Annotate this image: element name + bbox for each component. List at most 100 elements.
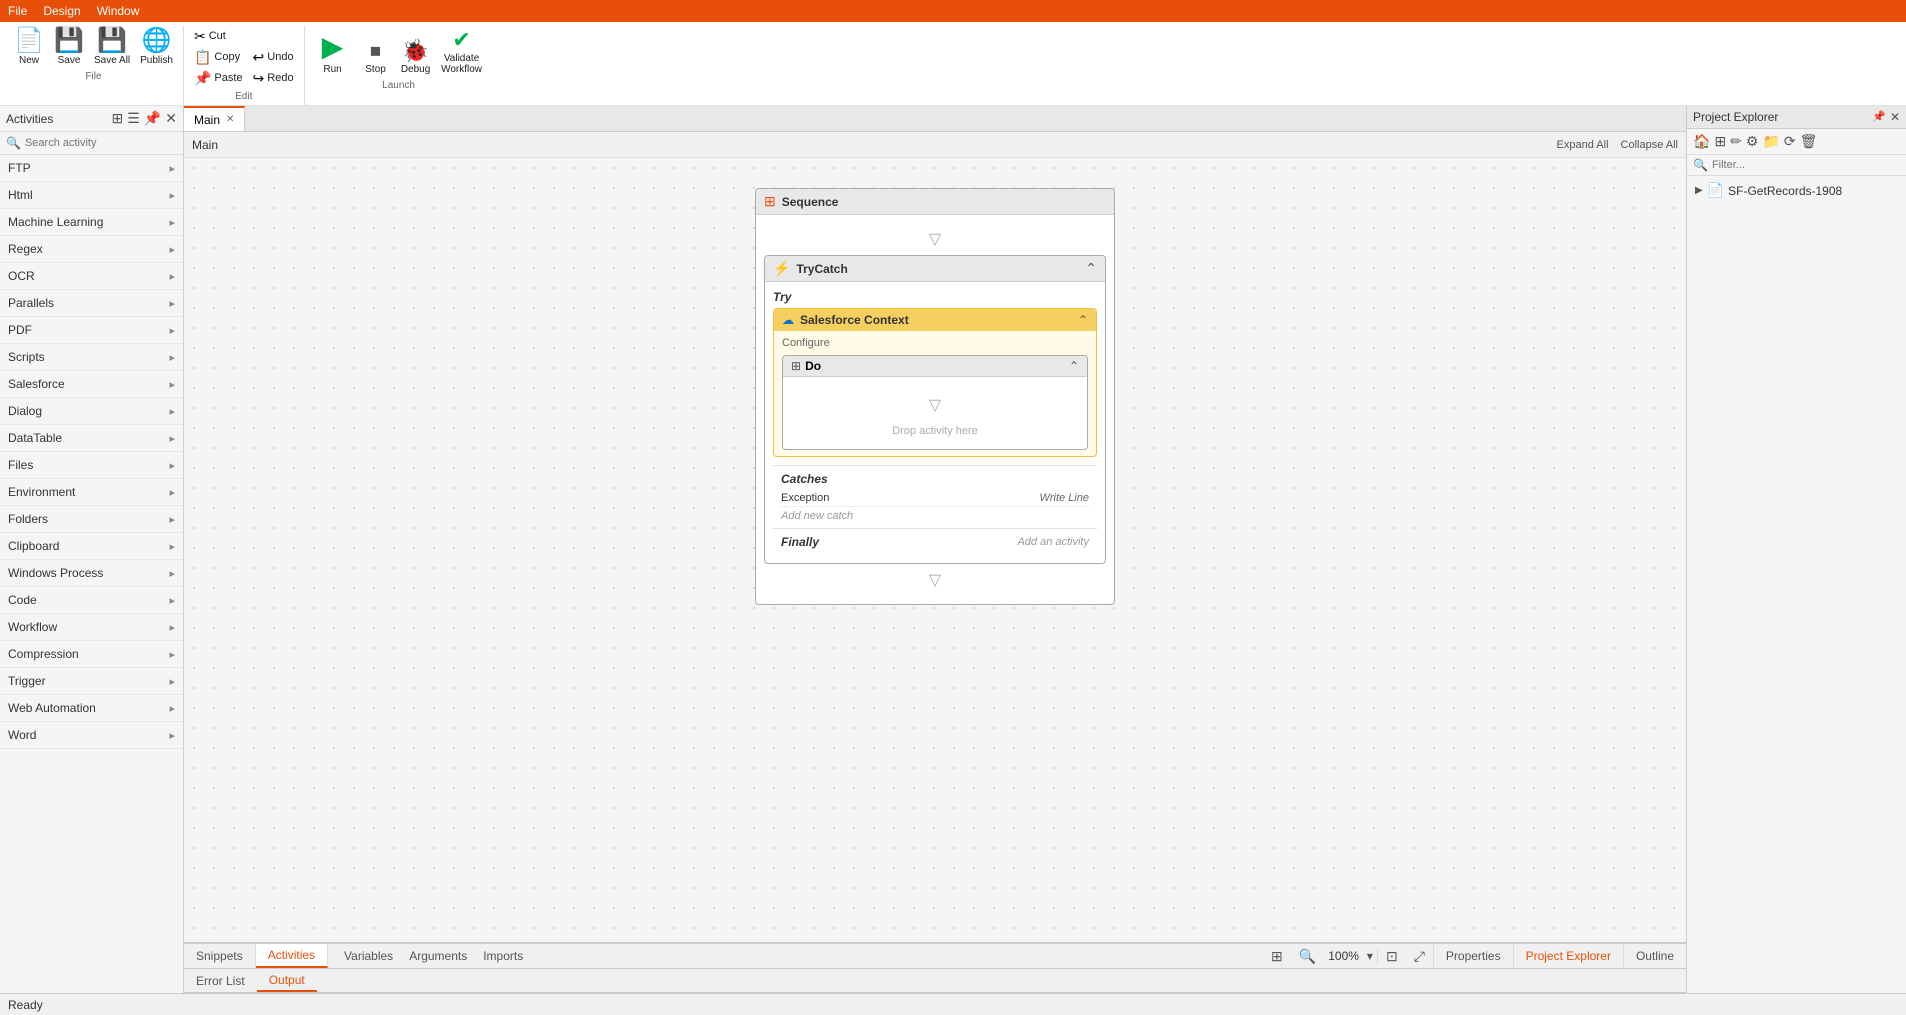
do-title: Do xyxy=(805,359,821,373)
cut-button[interactable]: ✂ Cut xyxy=(190,26,247,46)
activity-item-files[interactable]: Files ▸ xyxy=(0,452,183,479)
activity-item-dialog[interactable]: Dialog ▸ xyxy=(0,398,183,425)
activity-item-word[interactable]: Word ▸ xyxy=(0,722,183,749)
publish-button[interactable]: 🌐 Publish xyxy=(136,26,177,68)
pe-pencil-icon[interactable]: ✏ xyxy=(1730,133,1742,150)
expand-all-button[interactable]: Expand All xyxy=(1557,139,1609,151)
list-view-icon[interactable]: ☰ xyxy=(127,110,140,127)
grid-view-icon[interactable]: ⊞ xyxy=(112,110,124,127)
canvas[interactable]: ⊞ Sequence ▽ ⚡ TryCatch ⌃ xyxy=(184,158,1686,942)
activity-item-ftp[interactable]: FTP ▸ xyxy=(0,155,183,182)
trycatch-icon: ⚡ xyxy=(773,260,790,277)
imports-tab[interactable]: Imports xyxy=(483,949,523,963)
activity-item-clipboard[interactable]: Clipboard ▸ xyxy=(0,533,183,560)
menu-file[interactable]: File xyxy=(8,4,27,18)
validate-workflow-button[interactable]: ✔ Validate Workflow xyxy=(437,26,487,77)
collapse-all-button[interactable]: Collapse All xyxy=(1621,139,1678,151)
canvas-toolbar: Main Expand All Collapse All xyxy=(184,132,1686,158)
sequence-header: ⊞ Sequence xyxy=(756,189,1114,215)
stop-button[interactable]: ⏹ Stop xyxy=(357,37,395,77)
redo-button[interactable]: ↪ Redo xyxy=(249,68,298,88)
error-list-tab[interactable]: Error List xyxy=(184,969,257,992)
activity-list: FTP ▸ Html ▸ Machine Learning ▸ Regex ▸ … xyxy=(0,155,183,993)
drop-arrow-top: ▽ xyxy=(764,229,1106,249)
salesforce-collapse-button[interactable]: ⌃ xyxy=(1078,313,1088,327)
menu-design[interactable]: Design xyxy=(43,4,80,18)
zoom-full-icon[interactable]: ⤢ xyxy=(1406,948,1433,965)
tab-main[interactable]: Main ✕ xyxy=(184,106,245,131)
pe-folder-icon[interactable]: 📁 xyxy=(1762,133,1779,150)
project-explorer-tab[interactable]: Project Explorer xyxy=(1513,944,1623,968)
activity-item-pdf[interactable]: PDF ▸ xyxy=(0,317,183,344)
activities-panel: Activities ⊞ ☰ 📌 ✕ 🔍 FTP ▸ Html xyxy=(0,106,184,993)
variables-tab[interactable]: Variables xyxy=(344,949,393,963)
expand-arrow: ▸ xyxy=(169,351,175,364)
run-button[interactable]: ▶ Run xyxy=(311,30,355,77)
zoom-fit-icon[interactable]: ⊡ xyxy=(1377,948,1406,965)
expand-arrow: ▸ xyxy=(169,513,175,526)
debug-button[interactable]: 🐞 Debug xyxy=(397,37,435,77)
ribbon-group-launch: ▶ Run ⏹ Stop 🐞 Debug ✔ Validate Workflow xyxy=(305,26,493,105)
cut-label: Cut xyxy=(209,30,226,42)
tab-activities-bottom[interactable]: Activities xyxy=(256,944,328,968)
activity-item-datatable[interactable]: DataTable ▸ xyxy=(0,425,183,452)
activity-item-machine-learning[interactable]: Machine Learning ▸ xyxy=(0,209,183,236)
pe-file-item[interactable]: ▶ 📄 SF-GetRecords-1908 xyxy=(1691,180,1902,201)
output-tab[interactable]: Output xyxy=(257,969,317,992)
activity-item-regex[interactable]: Regex ▸ xyxy=(0,236,183,263)
activity-item-salesforce[interactable]: Salesforce ▸ xyxy=(0,371,183,398)
activity-item-compression[interactable]: Compression ▸ xyxy=(0,641,183,668)
pe-view-icon[interactable]: ⊞ xyxy=(1714,133,1726,150)
expand-arrow: ▸ xyxy=(169,324,175,337)
tab-close-button[interactable]: ✕ xyxy=(226,114,234,125)
pe-trash-icon[interactable]: 🗑 xyxy=(1800,133,1818,150)
validate-icon: ✔ xyxy=(452,28,470,52)
close-activities-icon[interactable]: ✕ xyxy=(165,110,177,127)
pe-refresh-icon[interactable]: ⟳ xyxy=(1784,133,1796,150)
catches-label: Catches xyxy=(781,472,1089,486)
pe-title: Project Explorer xyxy=(1693,110,1778,124)
activity-item-html[interactable]: Html ▸ xyxy=(0,182,183,209)
activity-item-parallels[interactable]: Parallels ▸ xyxy=(0,290,183,317)
outline-tab[interactable]: Outline xyxy=(1623,944,1686,968)
fit-icon[interactable]: ⊞ xyxy=(1263,948,1291,965)
activity-item-code[interactable]: Code ▸ xyxy=(0,587,183,614)
search-icon: 🔍 xyxy=(6,136,21,150)
new-button[interactable]: 📄 New xyxy=(10,26,48,68)
undo-button[interactable]: ↩ Undo xyxy=(249,47,298,67)
do-icon: ⊞ xyxy=(791,359,801,373)
expand-arrow: ▸ xyxy=(169,729,175,742)
paste-button[interactable]: 📌 Paste xyxy=(190,68,247,88)
do-body[interactable]: ▽ Drop activity here xyxy=(783,377,1087,449)
activity-item-scripts[interactable]: Scripts ▸ xyxy=(0,344,183,371)
search-box: 🔍 xyxy=(0,132,183,155)
pe-close-icon[interactable]: ✕ xyxy=(1890,110,1900,124)
activity-item-ocr[interactable]: OCR ▸ xyxy=(0,263,183,290)
expand-arrow: ▸ xyxy=(169,567,175,580)
arguments-tab[interactable]: Arguments xyxy=(409,949,467,963)
do-collapse-button[interactable]: ⌃ xyxy=(1069,359,1079,373)
pin-icon[interactable]: 📌 xyxy=(144,110,161,127)
pe-pin-icon[interactable]: 📌 xyxy=(1872,110,1886,124)
pe-gear-icon[interactable]: ⚙ xyxy=(1746,133,1759,150)
zoom-dropdown-icon[interactable]: ▾ xyxy=(1363,949,1377,963)
search-input[interactable] xyxy=(25,137,177,149)
activity-item-folders[interactable]: Folders ▸ xyxy=(0,506,183,533)
tab-snippets[interactable]: Snippets xyxy=(184,944,256,968)
pe-home-icon[interactable]: 🏠 xyxy=(1693,133,1710,150)
menu-window[interactable]: Window xyxy=(97,4,140,18)
activity-item-web-automation[interactable]: Web Automation ▸ xyxy=(0,695,183,722)
properties-tab[interactable]: Properties xyxy=(1433,944,1513,968)
activity-item-workflow[interactable]: Workflow ▸ xyxy=(0,614,183,641)
add-new-catch-label[interactable]: Add new catch xyxy=(781,510,1089,522)
trycatch-collapse-button[interactable]: ⌃ xyxy=(1085,260,1097,277)
copy-button[interactable]: 📋 Copy xyxy=(190,47,247,67)
save-button[interactable]: 💾 Save xyxy=(50,26,88,68)
activity-item-windows-process[interactable]: Windows Process ▸ xyxy=(0,560,183,587)
pe-search-input[interactable] xyxy=(1712,159,1900,171)
activity-item-environment[interactable]: Environment ▸ xyxy=(0,479,183,506)
save-all-button[interactable]: 💾 Save All xyxy=(90,26,134,68)
zoom-icon[interactable]: 🔍 xyxy=(1291,948,1324,965)
add-activity-label[interactable]: Add an activity xyxy=(1017,536,1089,548)
activity-item-trigger[interactable]: Trigger ▸ xyxy=(0,668,183,695)
